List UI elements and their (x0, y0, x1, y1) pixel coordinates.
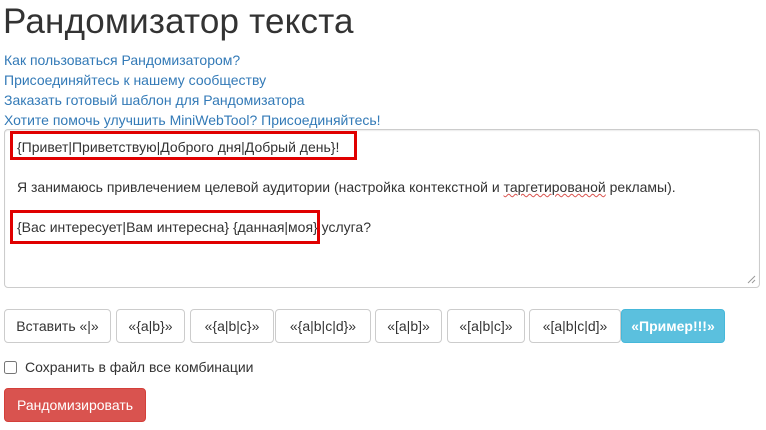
example-button[interactable]: «Пример!!!» (621, 309, 725, 343)
highlight-box-service (10, 210, 320, 244)
insert-ab-braces-button[interactable]: «{a|b}» (116, 309, 185, 343)
insert-abcd-braces-button[interactable]: «{a|b|c|d}» (275, 309, 371, 343)
insert-pipe-button[interactable]: Вставить «|» (4, 309, 111, 343)
insert-abc-braces-button[interactable]: «{a|b|c}» (190, 309, 274, 343)
editor-line-2: Я занимаюсь привлечением целевой аудитор… (17, 179, 676, 195)
link-order-template[interactable]: Заказать готовый шаблон для Рандомизатор… (4, 90, 381, 110)
insert-abcd-brackets-button[interactable]: «[a|b|c|d]» (529, 309, 621, 343)
editor-line-2-end: рекламы). (605, 179, 676, 195)
misspelled-word: таргетированой (503, 179, 606, 195)
help-links: Как пользоваться Рандомизатором? Присоед… (4, 50, 381, 130)
randomize-button[interactable]: Рандомизировать (4, 388, 146, 422)
page-title: Рандомизатор текста (3, 2, 354, 41)
save-combinations-checkbox[interactable] (4, 360, 17, 374)
insert-abc-brackets-button[interactable]: «[a|b|c]» (447, 309, 525, 343)
save-combinations-label: Сохранить в файл все комбинации (25, 359, 254, 375)
link-how-to-use[interactable]: Как пользоваться Рандомизатором? (4, 50, 381, 70)
resize-handle-icon[interactable] (747, 275, 756, 284)
highlight-box-greeting (10, 131, 357, 160)
insert-ab-brackets-button[interactable]: «[a|b]» (375, 309, 442, 343)
save-combinations-option[interactable]: Сохранить в файл все комбинации (4, 359, 253, 375)
link-help-improve[interactable]: Хотите помочь улучшить MiniWebTool? Прис… (4, 110, 381, 130)
editor-line-2-start: Я занимаюсь привлечением целевой аудитор… (17, 179, 504, 195)
link-join-community[interactable]: Присоединяйтесь к нашему сообществу (4, 70, 381, 90)
